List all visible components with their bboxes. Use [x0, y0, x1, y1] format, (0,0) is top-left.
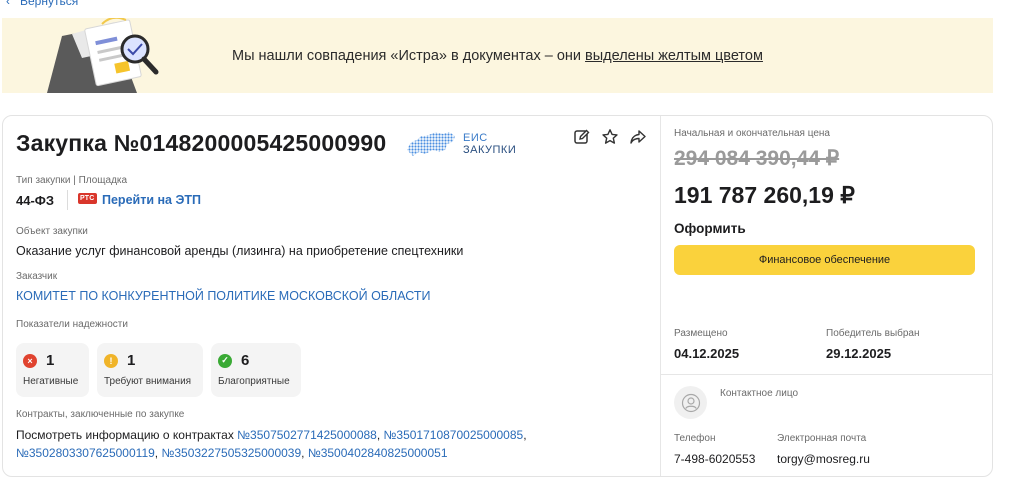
star-icon[interactable] — [601, 128, 619, 146]
banner-text-main: Мы нашли совпадения «Истра» в документах… — [232, 48, 586, 64]
attention-count: 1 — [127, 352, 136, 369]
purchase-title: Закупка №0148200005425000990 — [16, 130, 387, 156]
search-match-banner: Мы нашли совпадения «Истра» в документах… — [2, 18, 993, 93]
positive-count: 6 — [241, 352, 250, 369]
final-price: 191 787 260,19 ₽ — [674, 182, 855, 208]
reliability-attention[interactable]: ! 1 Требуют внимания — [97, 343, 203, 397]
russia-map-icon — [407, 132, 455, 156]
winner-date: 29.12.2025 — [826, 346, 892, 361]
object-value: Оказание услуг финансовой аренды (лизинг… — [16, 244, 464, 258]
winner-label: Победитель выбран — [826, 328, 920, 339]
platform-link[interactable]: Перейти на ЭТП — [102, 193, 201, 207]
share-icon[interactable] — [629, 128, 647, 146]
phone-label: Телефон — [674, 433, 716, 444]
warning-icon: ! — [104, 353, 118, 368]
card-actions — [573, 128, 647, 146]
contracts-prefix: Посмотреть информацию о контрактах — [16, 428, 238, 442]
purchase-card: Закупка №0148200005425000990 ЕИС ЗАКУПКИ… — [2, 115, 993, 477]
eis-line2: ЗАКУПКИ — [463, 144, 517, 156]
back-label: Вернуться — [20, 0, 79, 8]
contact-label: Контактное лицо — [720, 388, 799, 399]
positive-caption: Благоприятные — [218, 376, 290, 387]
contract-link[interactable]: №3501710870025000085 — [384, 428, 524, 442]
customer-label: Заказчик — [16, 271, 58, 282]
contract-link[interactable]: №3503227505325000039 — [161, 446, 301, 460]
check-icon: ✓ — [218, 353, 232, 368]
procurement-type-label: Тип закупки | Площадка — [16, 175, 128, 186]
contracts-label: Контракты, заключенные по закупке — [16, 409, 185, 420]
eis-logo: ЕИС ЗАКУПКИ — [405, 130, 516, 158]
avatar — [674, 386, 707, 419]
user-icon — [681, 393, 700, 412]
object-label: Объект закупки — [16, 226, 88, 237]
contract-link[interactable]: №3500402840825000051 — [308, 446, 448, 460]
contract-link[interactable]: №3502803307625000119 — [16, 446, 155, 460]
documents-magnifier-illustration — [47, 18, 159, 93]
reliability-negative[interactable]: × 1 Негативные — [16, 343, 89, 397]
column-divider — [660, 116, 661, 476]
chevron-left-icon: ‹ — [6, 0, 10, 8]
banner-highlight-link[interactable]: выделены желтым цветом — [585, 48, 763, 64]
contracts-list: Посмотреть информацию о контрактах №3507… — [16, 428, 527, 460]
negative-caption: Негативные — [23, 376, 79, 387]
eis-line1: ЕИС — [463, 132, 488, 144]
reliability-label: Показатели надежности — [16, 319, 128, 330]
price-label: Начальная и окончательная цена — [674, 128, 830, 139]
email-value[interactable]: torgy@mosreg.ru — [777, 452, 870, 466]
divider — [67, 190, 68, 210]
attention-caption: Требуют внимания — [104, 376, 192, 387]
reliability-positive[interactable]: ✓ 6 Благоприятные — [211, 343, 301, 397]
posted-date: 04.12.2025 — [674, 346, 740, 361]
edit-icon[interactable] — [573, 128, 591, 146]
customer-link[interactable]: КОМИТЕТ ПО КОНКУРЕНТНОЙ ПОЛИТИКЕ МОСКОВС… — [16, 289, 431, 303]
negative-count: 1 — [46, 352, 55, 369]
negative-icon: × — [23, 353, 37, 368]
procurement-type-value: 44-ФЗ — [16, 193, 55, 208]
back-link[interactable]: ‹ Вернуться — [6, 0, 78, 8]
banner-message: Мы нашли совпадения «Истра» в документах… — [232, 48, 763, 64]
contract-link[interactable]: №3507502771425000088 — [237, 428, 377, 442]
initial-price: 294 084 390,44 ₽ — [674, 147, 840, 170]
financial-guarantee-button[interactable]: Финансовое обеспечение — [674, 245, 975, 275]
platform-logo: РТС — [78, 193, 97, 204]
section-divider — [661, 374, 993, 375]
posted-label: Размещено — [674, 328, 728, 339]
issue-heading: Оформить — [674, 221, 746, 236]
email-label: Электронная почта — [777, 433, 867, 444]
phone-value[interactable]: 7-498-6020553 — [674, 452, 755, 466]
